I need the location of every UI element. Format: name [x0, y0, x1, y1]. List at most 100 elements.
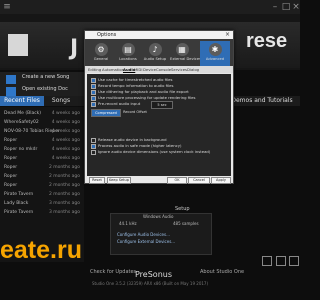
prerecord-value-field[interactable]: 5 sec [151, 101, 173, 109]
setup-title: Setup [175, 206, 190, 212]
option-label: Pre-record audio input [98, 101, 141, 106]
file-date: 2 months ago [48, 192, 80, 197]
list-item[interactable]: WhereSafety02 4 weeks ago [4, 118, 82, 127]
option-row[interactable]: Record tempo information to audio files [91, 83, 173, 89]
checkbox[interactable] [91, 149, 96, 155]
cancel-button[interactable]: Cancel [188, 177, 210, 184]
subtab-editing[interactable]: Editing [88, 66, 101, 73]
category-advanced[interactable]: ✱ Advanced [200, 41, 230, 66]
header-letter: J [70, 36, 79, 61]
list-item[interactable]: Pirate Tavern 3 months ago [4, 208, 82, 217]
setup-panel: Windows Audio 44.1 kHz 485 samples Confi… [110, 213, 212, 255]
info-icon[interactable] [262, 256, 272, 266]
subtab-services[interactable]: Services [171, 66, 187, 73]
dialog-titlebar: Options × [85, 31, 233, 39]
file-name: Dead Me (Black) [4, 111, 42, 116]
file-name: Roper [4, 138, 18, 143]
category-general[interactable]: ⚙ General [89, 41, 113, 66]
checkbox[interactable] [91, 143, 96, 149]
audio-options-panel: Use cache for timestretched audio files … [87, 74, 231, 176]
category-label: Advanced [205, 57, 225, 61]
file-date: 3 months ago [48, 210, 80, 215]
dialog-title: Options [97, 32, 117, 38]
help-icon[interactable] [289, 256, 299, 266]
configure-audio-devices-link[interactable]: Configure Audio Devices... [117, 232, 170, 237]
advanced-subtabs: Editing Automation Audio MIDI Device Con… [85, 66, 233, 73]
option-row[interactable]: Use multicore processing for update rend… [91, 95, 195, 101]
keep-setup-button[interactable]: Keep Setup [107, 177, 131, 184]
subtab-automation[interactable]: Automation [102, 66, 124, 73]
option-label: Use dithering for playback and audio fil… [98, 89, 189, 94]
list-item[interactable]: Roper no mkdr 4 weeks ago [4, 145, 82, 154]
ok-button[interactable]: OK [167, 177, 187, 184]
option-row[interactable]: Pre-record audio input [91, 101, 140, 107]
list-item[interactable]: Roper 4 weeks ago [4, 136, 82, 145]
settings-icon[interactable] [276, 256, 286, 266]
list-item[interactable]: Roper 4 weeks ago [4, 154, 82, 163]
subtab-console[interactable]: Console [156, 66, 171, 73]
file-date: 3 months ago [48, 201, 80, 206]
sample-rate: 44.1 kHz [119, 221, 137, 226]
checkbox[interactable] [91, 77, 96, 83]
file-date: 2 months ago [48, 165, 80, 170]
dialog-close-icon[interactable]: × [225, 31, 230, 39]
audio-device-name: Windows Audio [143, 214, 174, 219]
category-label: External Devices [170, 57, 202, 61]
file-date: 4 weeks ago [51, 120, 80, 125]
options-category-bar: ⚙ General ▤ Locations ♪ Audio Setup ▦ Ex… [85, 39, 233, 66]
category-label: Locations [119, 57, 137, 61]
list-item[interactable]: Roper 2 months ago [4, 181, 82, 190]
tab-songs[interactable]: Songs [46, 96, 76, 106]
reset-button[interactable]: Reset [89, 177, 105, 184]
list-item[interactable]: Roper 2 months ago [4, 163, 82, 172]
list-item[interactable]: Lady Black 3 months ago [4, 199, 82, 208]
subtab-dialog[interactable]: Dialog [187, 66, 199, 73]
list-item[interactable]: Dead Me (Black) 4 weeks ago [4, 109, 82, 118]
maximize-icon[interactable]: □ [281, 2, 291, 12]
file-date: 4 weeks ago [51, 111, 80, 116]
option-row[interactable]: Use dithering for playback and audio fil… [91, 89, 189, 95]
minimize-icon[interactable]: – [270, 2, 280, 12]
subtab-device[interactable]: Device [143, 66, 156, 73]
checkbox[interactable] [91, 95, 96, 101]
category-audio-setup[interactable]: ♪ Audio Setup [143, 41, 167, 66]
gear-icon: ⚙ [94, 43, 108, 56]
close-icon[interactable]: × [291, 2, 301, 12]
subtab-midi[interactable]: MIDI [134, 66, 142, 73]
category-external-devices[interactable]: ▦ External Devices [170, 41, 202, 66]
record-offset-label[interactable]: Record Offset [121, 109, 149, 115]
file-name: Roper [4, 174, 18, 179]
menu-icon[interactable]: ≡ [2, 2, 12, 12]
options-dialog: Options × ⚙ General ▤ Locations ♪ Audio … [84, 30, 234, 184]
configure-external-devices-link[interactable]: Configure External Devices... [117, 239, 175, 244]
option-label: Use multicore processing for update rend… [98, 95, 196, 100]
file-name: Pirate Tavern [4, 192, 34, 197]
category-locations[interactable]: ▤ Locations [116, 41, 140, 66]
file-date: 4 weeks ago [51, 129, 80, 134]
option-row[interactable]: Ignore audio device dimensions (use syst… [91, 149, 210, 155]
list-item[interactable]: NOV-08-70 Tobias Rieper 4 weeks ago [4, 127, 82, 136]
option-row[interactable]: Process audio in safe mode (higher laten… [91, 143, 181, 149]
list-item[interactable]: Roper 2 months ago [4, 172, 82, 181]
option-label: Process audio in safe mode (higher laten… [98, 143, 182, 148]
apply-button[interactable]: Apply [211, 177, 231, 184]
checkbox[interactable] [91, 83, 96, 89]
file-name: Pirate Tavern [4, 210, 34, 215]
list-item[interactable]: Pirate Tavern 2 months ago [4, 190, 82, 199]
tab-recent-files[interactable]: Recent Files [0, 96, 44, 106]
checkbox[interactable] [91, 89, 96, 95]
option-label: Record tempo information to audio files [98, 83, 174, 88]
file-name: Roper [4, 156, 18, 161]
folder-icon: ▤ [121, 43, 135, 56]
tab-demos-tutorials[interactable]: Demos and Tutorials [228, 96, 296, 106]
option-row[interactable]: Use cache for timestretched audio files [91, 77, 172, 83]
compressed-button[interactable]: Compressed [91, 109, 121, 117]
checkbox[interactable] [91, 101, 96, 107]
checkbox[interactable] [91, 137, 96, 143]
about-studio-one-link[interactable]: About Studio One [200, 269, 244, 275]
option-row[interactable]: Release audio device in background [91, 137, 167, 143]
category-label: General [93, 57, 109, 61]
check-for-updates-link[interactable]: Check for Updates [90, 269, 136, 275]
file-date: 4 weeks ago [51, 138, 80, 143]
speaker-icon: ♪ [148, 43, 162, 56]
